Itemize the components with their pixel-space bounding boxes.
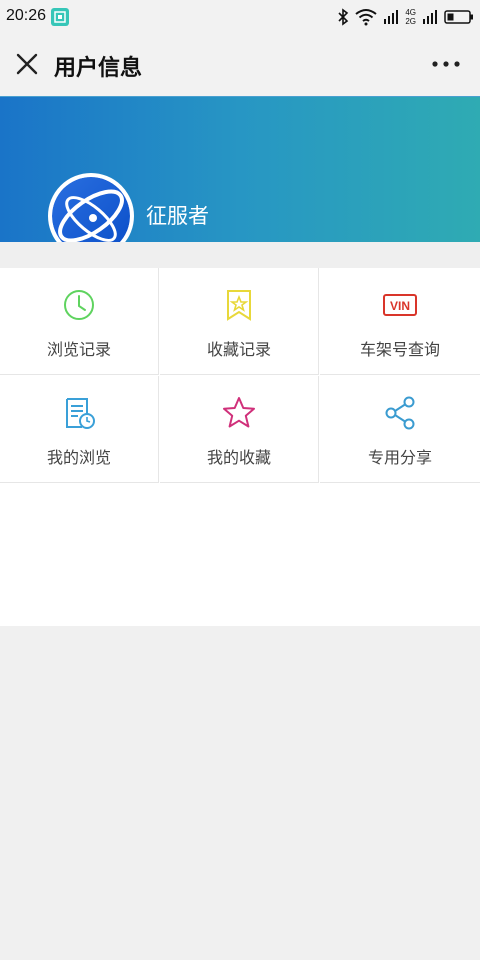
grid-item-label: 车架号查询 [359, 340, 440, 359]
menu-grid: 浏览记录 收藏记录 VIN 车架号查询 我的浏览 我的收藏 专用分享 [0, 268, 480, 626]
network-label-2g: 2G [405, 17, 416, 26]
more-button[interactable] [430, 54, 462, 74]
bookmark-star-icon [227, 290, 251, 321]
grid-item-vin-query[interactable]: VIN 车架号查询 [320, 268, 480, 375]
grid-item-label: 浏览记录 [46, 340, 111, 359]
page-title: 用户信息 [54, 56, 143, 81]
svg-text:VIN: VIN [390, 299, 410, 313]
clock-icon [64, 290, 94, 320]
grid-item-browse-history[interactable]: 浏览记录 [0, 268, 159, 375]
grid-item-label: 我的收藏 [206, 448, 271, 467]
more-dots-icon [432, 61, 460, 67]
status-bar: 20:26 4G 2G [0, 0, 480, 34]
close-button[interactable] [12, 49, 42, 79]
grid-item-share[interactable]: 专用分享 [320, 376, 480, 483]
network-labels: 4G 2G [405, 8, 416, 26]
grid-item-my-favorites[interactable]: 我的收藏 [160, 376, 319, 483]
wifi-icon [355, 9, 377, 26]
bluetooth-icon [338, 8, 349, 26]
grid-item-my-browse[interactable]: 我的浏览 [0, 376, 159, 483]
battery-icon [444, 10, 473, 24]
document-clock-icon [66, 398, 95, 429]
signal-icon-2 [423, 10, 437, 24]
status-icons: 4G 2G [337, 6, 474, 28]
close-icon [16, 53, 38, 75]
network-label-4g: 4G [405, 8, 416, 17]
star-icon [223, 397, 255, 428]
username: 征服者 [146, 204, 209, 228]
grid-item-label: 收藏记录 [206, 340, 271, 359]
signal-icon-1 [384, 10, 399, 24]
nav-bar: 用户信息 [0, 34, 480, 96]
grid-item-label: 专用分享 [367, 448, 432, 467]
grid-item-favorite-history[interactable]: 收藏记录 [160, 268, 319, 375]
status-time: 20:26 [6, 7, 47, 24]
screenshot-app-icon [51, 8, 69, 26]
section-divider [0, 242, 480, 268]
grid-item-label: 我的浏览 [46, 448, 111, 467]
share-icon [385, 396, 415, 430]
vin-icon: VIN [383, 294, 417, 316]
